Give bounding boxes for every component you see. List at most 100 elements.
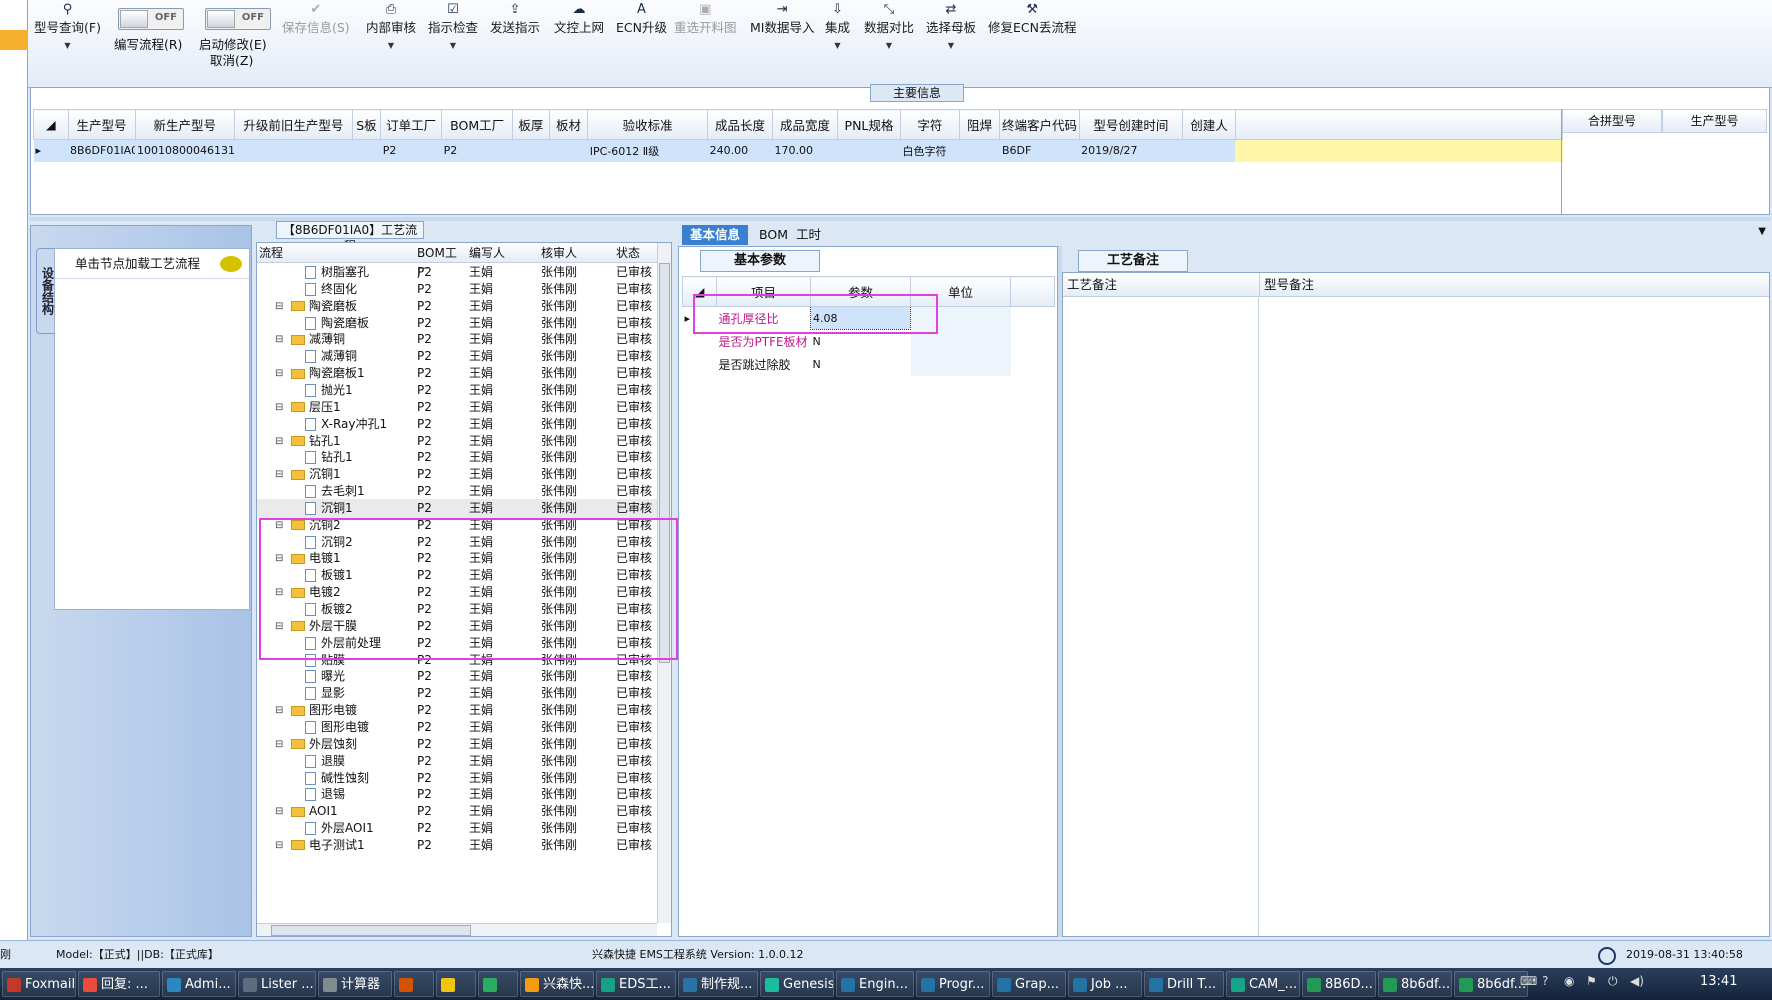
main-col-header[interactable]: PNL规格 xyxy=(837,109,901,140)
row-selector-header[interactable]: ◢ xyxy=(33,109,69,140)
main-cell[interactable]: IPC-6012 Ⅱ级 xyxy=(587,139,708,162)
main-cell[interactable]: 240.00 xyxy=(707,139,773,162)
chevron-down-icon[interactable]: ▼ xyxy=(926,41,976,50)
main-cell[interactable] xyxy=(234,139,353,162)
subtab-basic-params[interactable]: 基本参数 xyxy=(700,250,820,272)
main-col-header[interactable]: 板材 xyxy=(548,109,589,140)
taskbar-item[interactable]: Drill T... xyxy=(1144,971,1224,997)
taskbar-item[interactable]: Foxmail xyxy=(2,971,76,997)
taskbar-item[interactable] xyxy=(436,971,476,997)
hscrollbar-thumb[interactable] xyxy=(271,925,471,936)
flag-icon[interactable]: ⚑ xyxy=(1586,974,1597,988)
main-col-header[interactable]: 验收标准 xyxy=(587,109,709,140)
main-col-header[interactable]: 创建人 xyxy=(1182,109,1236,140)
main-col-header[interactable]: 升级前旧生产型号 xyxy=(234,109,353,140)
taskbar-item[interactable] xyxy=(478,971,518,997)
start-modify-toggle[interactable]: OFF xyxy=(205,8,271,30)
main-col-header[interactable]: BOM工厂 xyxy=(441,109,514,140)
tabs-dropdown-icon[interactable]: ▼ xyxy=(1758,226,1766,237)
main-col-header[interactable]: 订单工厂 xyxy=(380,109,443,140)
tab-basic-info[interactable]: 基本信息 xyxy=(682,225,749,245)
main-col-header[interactable]: 阻焊 xyxy=(958,109,1001,140)
keyboard-icon[interactable]: ⌨ xyxy=(1520,974,1537,988)
main-cell[interactable]: 170.00 xyxy=(772,139,838,162)
instruction-check-button[interactable]: ☑ 指示检查 ▼ xyxy=(428,2,478,50)
taskbar-item[interactable]: 兴森快... xyxy=(520,971,594,997)
taskbar-item[interactable]: Grap... xyxy=(992,971,1066,997)
main-cell[interactable]: B6DF xyxy=(999,139,1080,162)
main-cell[interactable] xyxy=(512,139,550,162)
reselect-cut-button[interactable]: ▣ 重选开料图 xyxy=(674,2,737,36)
volume-icon[interactable]: ◀) xyxy=(1630,974,1644,988)
help-icon[interactable]: ? xyxy=(1542,974,1548,988)
process-notes-textarea[interactable] xyxy=(1063,298,1259,936)
main-col-header[interactable]: 板厚 xyxy=(512,109,550,140)
taskbar-item[interactable]: Lister ... xyxy=(238,971,316,997)
power-icon[interactable]: ⏻ xyxy=(1608,974,1618,989)
taskbar-item[interactable]: 8B6D... xyxy=(1302,971,1376,997)
internal-review-button[interactable]: ⎙ 内部审核 ▼ xyxy=(366,2,416,50)
tree-header-writer[interactable]: 编写人 xyxy=(467,243,539,263)
main-col-header[interactable]: 字符 xyxy=(899,109,960,140)
model-notes-textarea[interactable] xyxy=(1260,298,1769,936)
tree-header-status[interactable]: 状态 xyxy=(614,243,658,263)
taskbar-item[interactable]: CAM_... xyxy=(1226,971,1300,997)
table-row[interactable]: ▸ 8B6DF01IA0 10010800046131 P2 P2 IPC-6012 Ⅱ级… xyxy=(33,139,1563,162)
tree-horizontal-scrollbar[interactable] xyxy=(257,923,657,936)
subtab-process-notes[interactable]: 工艺备注 xyxy=(1078,250,1188,272)
model-query-button[interactable]: ⚲ 型号查询(F) ▼ xyxy=(34,2,101,50)
taskbar-item[interactable]: 回复: ... xyxy=(78,971,160,997)
tab-work-hours[interactable]: 工时 xyxy=(788,225,829,245)
main-cell[interactable]: 8B6DF01IA0 xyxy=(68,139,136,162)
param-value-cell[interactable]: N xyxy=(811,353,911,376)
doc-control-button[interactable]: ☁ 文控上网 xyxy=(554,2,604,36)
chevron-down-icon[interactable]: ▼ xyxy=(825,41,850,50)
mi-import-button[interactable]: ⇥ MI数据导入 xyxy=(750,2,814,36)
taskbar-item[interactable]: Engin... xyxy=(836,971,914,997)
table-row[interactable]: 是否跳过除胶 N xyxy=(683,352,1055,376)
main-cell[interactable]: P2 xyxy=(380,139,442,162)
data-compare-button[interactable]: ⤡ 数据对比 ▼ xyxy=(864,2,914,50)
main-cell[interactable]: 白色字符 xyxy=(900,139,960,162)
write-flow-toggle[interactable]: OFF xyxy=(118,8,184,30)
taskbar-item[interactable] xyxy=(394,971,434,997)
send-instruction-button[interactable]: ⇪ 发送指示 xyxy=(490,2,540,36)
taskbar-item[interactable]: 8b6df... xyxy=(1378,971,1452,997)
taskbar-item[interactable]: Progr... xyxy=(916,971,990,997)
taskbar-item[interactable]: EDS工... xyxy=(596,971,676,997)
param-unit-cell[interactable] xyxy=(910,352,1011,376)
main-cell[interactable] xyxy=(352,139,381,162)
main-col-header[interactable]: 新生产型号 xyxy=(134,109,236,140)
main-cell[interactable] xyxy=(549,139,588,162)
save-info-button[interactable]: ✔ 保存信息(S) xyxy=(282,2,350,36)
main-cell[interactable] xyxy=(1182,139,1236,162)
network-icon[interactable]: ◉ xyxy=(1564,974,1574,988)
main-col-header[interactable]: S板 xyxy=(351,109,382,140)
fix-ecn-button[interactable]: ⚒ 修复ECN丢流程 xyxy=(988,2,1076,36)
main-col-header[interactable]: 生产型号 xyxy=(67,109,136,140)
chevron-down-icon[interactable]: ▼ xyxy=(428,41,478,50)
taskbar-item[interactable]: 计算器 xyxy=(318,971,392,997)
main-col-header[interactable]: 型号创建时间 xyxy=(1078,109,1184,140)
main-col-header[interactable]: 终端客户代码 xyxy=(999,109,1080,140)
taskbar-item[interactable]: Genesis xyxy=(760,971,834,997)
main-cell[interactable]: 2019/8/27 xyxy=(1079,139,1183,162)
chevron-down-icon[interactable]: ▼ xyxy=(366,41,416,50)
chevron-down-icon[interactable]: ▼ xyxy=(864,41,914,50)
main-cell[interactable] xyxy=(959,139,1000,162)
main-cell[interactable] xyxy=(837,139,901,162)
main-cell[interactable]: P2 xyxy=(441,139,513,162)
tree-header-bom[interactable]: BOM工厂 xyxy=(415,243,467,280)
ecn-upgrade-button[interactable]: A ECN升级 xyxy=(616,2,667,36)
tree-header-flow[interactable]: 流程 xyxy=(257,243,415,263)
collapse-icon[interactable]: ⊟ xyxy=(275,836,283,855)
chevron-down-icon[interactable]: ▼ xyxy=(34,41,101,50)
taskbar-item[interactable]: Admi... xyxy=(162,971,236,997)
main-col-header[interactable]: 成品长度 xyxy=(707,109,774,140)
main-col-header[interactable]: 成品宽度 xyxy=(772,109,839,140)
taskbar-clock[interactable]: 13:41 xyxy=(1700,974,1737,989)
integrate-button[interactable]: ⇩ 集成 ▼ xyxy=(825,2,850,50)
select-mother-board-button[interactable]: ⇄ 选择母板 ▼ xyxy=(926,2,976,50)
tree-row[interactable]: ⊟ 电子测试1 P2 王娟 张伟刚 已审核 xyxy=(257,836,657,855)
cancel-button[interactable]: 取消(Z) xyxy=(210,50,253,69)
